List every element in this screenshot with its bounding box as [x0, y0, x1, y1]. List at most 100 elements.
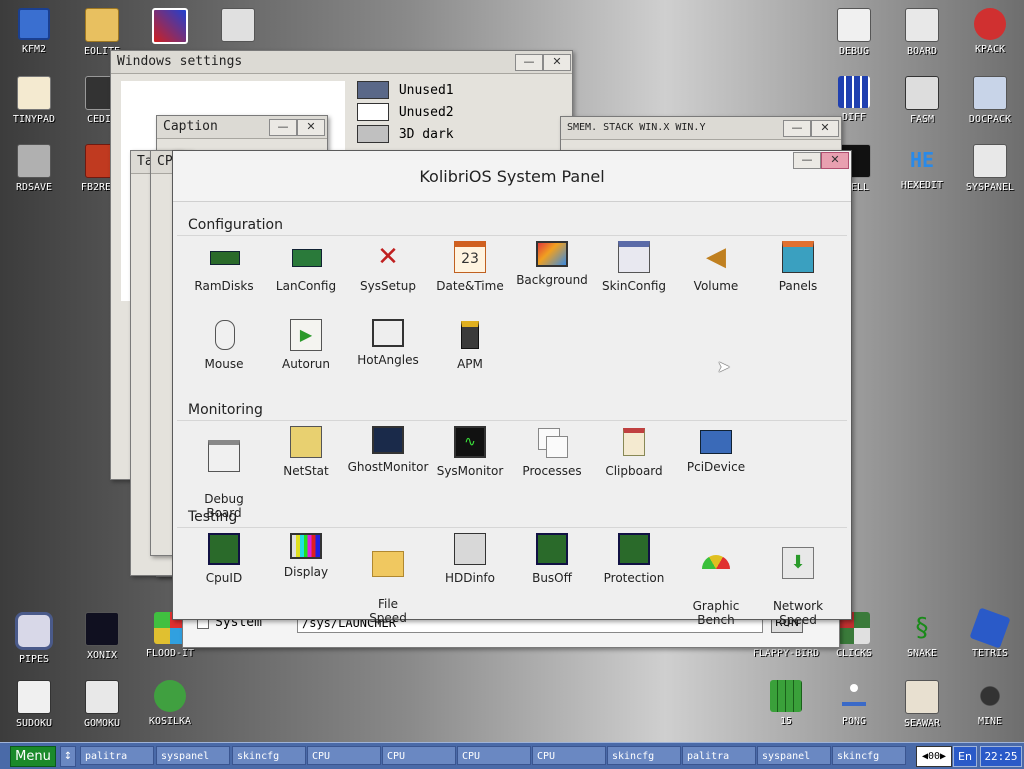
language-indicator[interactable]: En — [953, 746, 977, 767]
item-hotangles[interactable]: HotAngles — [347, 319, 429, 367]
item-sysmonitor[interactable]: ∿ SysMonitor — [429, 426, 511, 478]
item-debug-board[interactable]: Debug Board — [183, 426, 265, 520]
desktop-icon-label: BOARD — [906, 46, 938, 57]
page-switcher[interactable]: ◀00▶ — [916, 746, 952, 767]
item-label: SysSetup — [360, 279, 416, 293]
desktop-icon-rdsave[interactable]: RDSAVE — [0, 144, 68, 193]
minimize-button[interactable]: — — [269, 119, 297, 136]
desktop-icon-snake[interactable]: § SNAKE — [888, 612, 956, 659]
desktop-icon-pong[interactable]: PONG — [820, 680, 888, 727]
task-button[interactable]: skincfg — [232, 746, 306, 765]
close-button[interactable]: ✕ — [297, 119, 325, 136]
close-button[interactable]: ✕ — [821, 152, 849, 169]
item-busoff[interactable]: BusOff — [511, 533, 593, 585]
item-ghostmonitor[interactable]: GhostMonitor — [347, 426, 429, 474]
desktop-icon-label: CLICKS — [835, 648, 873, 659]
menu-button[interactable]: Menu — [10, 746, 56, 767]
desktop-icon-tinypad[interactable]: TINYPAD — [0, 76, 68, 125]
color-row[interactable]: Unused1 — [357, 81, 454, 103]
wrench-icon — [974, 8, 1006, 40]
desktop-icon-calc[interactable] — [204, 8, 272, 46]
item-display[interactable]: Display — [265, 533, 347, 579]
item-label: Protection — [603, 571, 665, 585]
download-icon: ⬇ — [782, 547, 814, 579]
item-volume[interactable]: ◀ Volume — [675, 241, 757, 293]
window-titlebar[interactable]: Windows settings — [111, 51, 572, 74]
item-autorun[interactable]: ▶ Autorun — [265, 319, 347, 371]
desktop-icon-debug[interactable]: DEBUG — [820, 8, 888, 57]
desktop-icon-sudoku[interactable]: SUDOKU — [0, 680, 68, 729]
task-button[interactable]: skincfg — [832, 746, 906, 765]
item-network-speed[interactable]: ⬇ Network Speed — [757, 533, 839, 627]
item-apm[interactable]: APM — [429, 319, 511, 371]
desktop-icon-fasm[interactable]: FASM — [888, 76, 956, 125]
xonix-icon — [85, 612, 119, 646]
task-button[interactable]: CPU — [307, 746, 381, 765]
network-card-icon — [290, 241, 322, 273]
desktop-icon-seawar[interactable]: SEAWAR — [888, 680, 956, 729]
desktop-icon-15[interactable]: 15 — [752, 680, 820, 727]
section-configuration: Configuration — [188, 217, 283, 233]
desktop-icon-tetris[interactable]: TETRIS — [956, 607, 1024, 659]
item-netstat[interactable]: NetStat — [265, 426, 347, 478]
item-graphic-bench[interactable]: Graphic Bench — [675, 533, 757, 627]
desktop-icon-docpack[interactable]: DOCPACK — [956, 76, 1024, 125]
item-label: HDDinfo — [444, 571, 495, 585]
task-button[interactable]: palitra — [682, 746, 756, 765]
pong-icon — [838, 680, 870, 712]
item-lanconfig[interactable]: LanConfig — [265, 241, 347, 293]
section-divider — [177, 235, 847, 236]
item-background[interactable]: Background — [511, 241, 593, 287]
close-button[interactable]: ✕ — [543, 54, 571, 71]
task-button[interactable]: CPU — [457, 746, 531, 765]
task-button[interactable]: CPU — [382, 746, 456, 765]
desktop-icon-syspanel[interactable]: SYSPANEL — [956, 144, 1024, 193]
desktop-icon-mine[interactable]: MINE — [956, 680, 1024, 727]
item-clipboard[interactable]: Clipboard — [593, 426, 675, 478]
chip-icon — [208, 533, 240, 565]
item-hddinfo[interactable]: HDDinfo — [429, 533, 511, 585]
item-panels[interactable]: Panels — [757, 241, 839, 293]
clock[interactable]: 22:25 — [980, 746, 1022, 767]
item-date-time[interactable]: 23 Date&Time — [429, 241, 511, 293]
item-protection[interactable]: Protection — [593, 533, 675, 585]
close-button[interactable]: ✕ — [811, 120, 839, 137]
item-syssetup[interactable]: ✕ SysSetup — [347, 241, 429, 293]
desktop-icon-gomoku[interactable]: GOMOKU — [68, 680, 136, 729]
task-button[interactable]: syspanel — [757, 746, 831, 765]
minimize-button[interactable]: — — [515, 54, 543, 71]
task-button[interactable]: CPU — [532, 746, 606, 765]
desktop-icon-palette[interactable] — [136, 8, 204, 48]
scroll-arrows-icon[interactable]: ↕ — [60, 746, 76, 767]
desktop-icon-hexedit[interactable]: HE HEXEDIT — [888, 144, 956, 191]
color-row[interactable]: 3D dark — [357, 125, 454, 147]
battery-icon — [454, 319, 486, 351]
task-button[interactable]: syspanel — [156, 746, 230, 765]
item-file-speed[interactable]: File Speed — [347, 533, 429, 625]
item-label: RamDisks — [194, 279, 254, 293]
item-mouse[interactable]: Mouse — [183, 319, 265, 371]
desktop-icon-kosilka[interactable]: KOSILKA — [136, 680, 204, 727]
desktop-icon-label: PIPES — [18, 654, 50, 665]
desktop-icon-xonix[interactable]: XONIX — [68, 612, 136, 661]
desktop-icon-label: HEXEDIT — [900, 180, 944, 191]
task-label: CPU — [312, 751, 331, 762]
item-skinconfig[interactable]: SkinConfig — [593, 241, 675, 293]
sliders-icon — [973, 144, 1007, 178]
system-panel-window[interactable]: — ✕ KolibriOS System Panel Configuration… — [172, 150, 852, 627]
minimize-button[interactable]: — — [793, 152, 821, 169]
desktop-icon-kfm2[interactable]: KFM2 — [0, 8, 68, 55]
desktop-icon-board[interactable]: BOARD — [888, 8, 956, 57]
color-row[interactable]: Unused2 — [357, 103, 454, 125]
minimize-button[interactable]: — — [783, 120, 811, 137]
item-label: CpuID — [205, 571, 243, 585]
item-cpuid[interactable]: CpuID — [183, 533, 265, 585]
desktop-icon-pipes[interactable]: PIPES — [0, 612, 68, 665]
item-ramdisks[interactable]: RamDisks — [183, 241, 265, 293]
item-processes[interactable]: Processes — [511, 426, 593, 478]
page-next-icon[interactable]: ▶ — [940, 751, 946, 762]
task-button[interactable]: skincfg — [607, 746, 681, 765]
task-button[interactable]: palitra — [80, 746, 154, 765]
item-pcidevice[interactable]: PciDevice — [675, 426, 757, 474]
desktop-icon-kpack[interactable]: KPACK — [956, 8, 1024, 55]
